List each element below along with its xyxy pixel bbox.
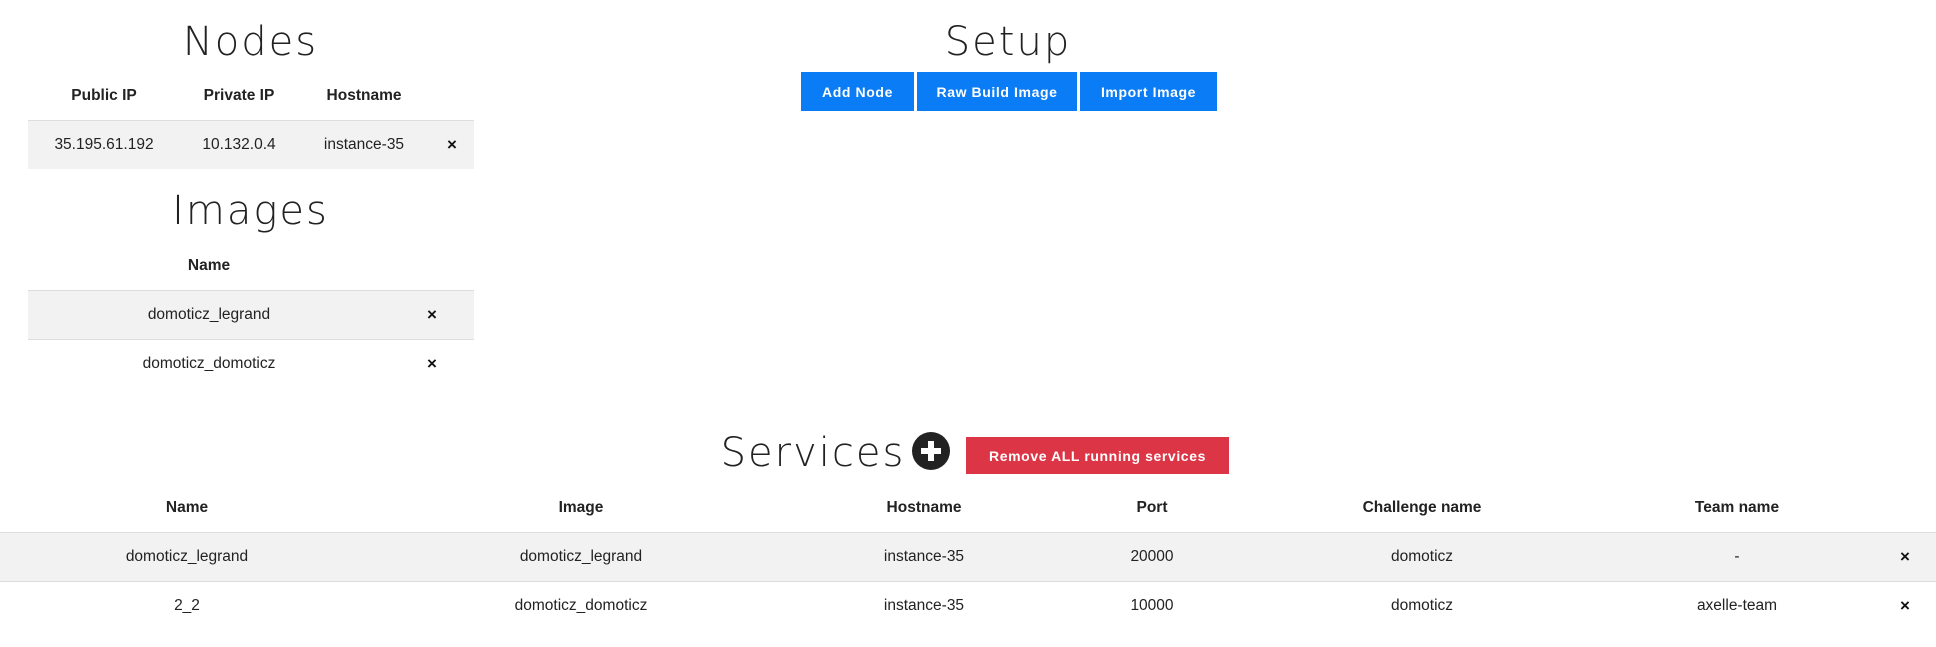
- service-hostname: instance-35: [788, 532, 1060, 582]
- node-remove-cell: ×: [430, 120, 474, 169]
- services-col-actions: [1874, 484, 1936, 533]
- image-name: domoticz_domoticz: [28, 339, 390, 388]
- images-col-actions: [390, 242, 474, 291]
- service-name: 2_2: [0, 581, 374, 630]
- nodes-col-private-ip: Private IP: [203, 87, 275, 104]
- images-table: Name domoticz_legrand × domoticz_domotic…: [28, 242, 474, 388]
- table-row: domoticz_legrand domoticz_legrand instan…: [0, 532, 1936, 582]
- nodes-table: Public IP Private IP Hostname 35.195.61.…: [28, 72, 474, 169]
- close-icon[interactable]: ×: [1900, 597, 1910, 614]
- services-col-port: Port: [1136, 499, 1168, 516]
- image-name: domoticz_legrand: [28, 290, 390, 340]
- nodes-title: Nodes: [182, 19, 319, 65]
- node-hostname: instance-35: [298, 120, 430, 169]
- services-table: Name Image Hostname Port Challenge name …: [0, 484, 1936, 630]
- images-title: Images: [172, 188, 329, 234]
- table-row: 35.195.61.192 10.132.0.4 instance-35 ×: [28, 120, 474, 169]
- images-col-name: Name: [187, 257, 231, 274]
- service-challenge-name: domoticz: [1244, 581, 1600, 630]
- node-public-ip: 35.195.61.192: [28, 120, 180, 169]
- nodes-col-hostname: Hostname: [326, 87, 402, 104]
- nodes-col-actions: [430, 72, 474, 121]
- nodes-col-public-ip: Public IP: [71, 87, 137, 104]
- raw-build-image-button[interactable]: Raw Build Image: [917, 72, 1077, 111]
- service-remove-cell: ×: [1874, 581, 1936, 630]
- service-name: domoticz_legrand: [0, 532, 374, 582]
- services-col-hostname: Hostname: [886, 499, 962, 516]
- service-port: 10000: [1060, 581, 1244, 630]
- table-row: domoticz_domoticz ×: [28, 339, 474, 388]
- image-remove-cell: ×: [390, 339, 474, 388]
- services-col-image: Image: [558, 499, 604, 516]
- remove-all-services-button[interactable]: Remove ALL running services: [966, 437, 1229, 474]
- add-node-button[interactable]: Add Node: [801, 72, 914, 111]
- table-row: 2_2 domoticz_domoticz instance-35 10000 …: [0, 581, 1936, 630]
- node-private-ip: 10.132.0.4: [180, 120, 298, 169]
- service-team-name: axelle-team: [1600, 581, 1874, 630]
- services-title: Services: [720, 430, 906, 476]
- service-image: domoticz_legrand: [374, 532, 788, 582]
- add-service-icon[interactable]: [912, 432, 950, 470]
- service-port: 20000: [1060, 532, 1244, 582]
- close-icon[interactable]: ×: [447, 136, 457, 153]
- service-hostname: instance-35: [788, 581, 1060, 630]
- services-col-challenge-name: Challenge name: [1362, 499, 1482, 516]
- table-row: domoticz_legrand ×: [28, 290, 474, 340]
- setup-title: Setup: [944, 19, 1072, 65]
- service-image: domoticz_domoticz: [374, 581, 788, 630]
- service-challenge-name: domoticz: [1244, 532, 1600, 582]
- import-image-button[interactable]: Import Image: [1080, 72, 1217, 111]
- close-icon[interactable]: ×: [427, 355, 437, 372]
- close-icon[interactable]: ×: [427, 306, 437, 323]
- service-remove-cell: ×: [1874, 532, 1936, 582]
- services-col-name: Name: [165, 499, 209, 516]
- service-team-name: -: [1600, 532, 1874, 582]
- image-remove-cell: ×: [390, 290, 474, 340]
- services-col-team-name: Team name: [1694, 499, 1780, 516]
- close-icon[interactable]: ×: [1900, 548, 1910, 565]
